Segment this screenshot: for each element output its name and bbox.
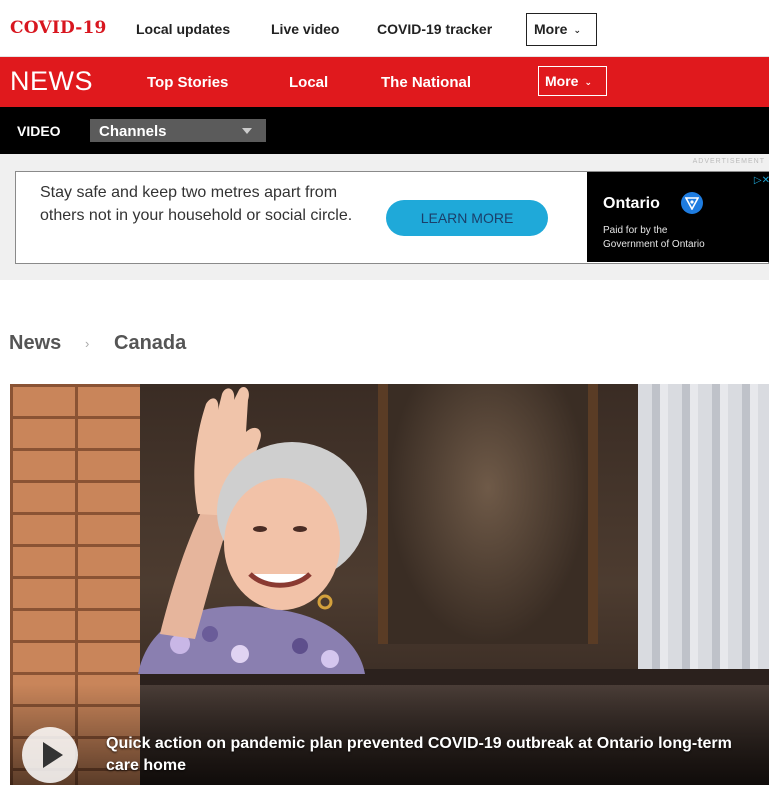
nav-local-updates[interactable]: Local updates — [136, 21, 230, 37]
nav-local[interactable]: Local — [289, 74, 328, 91]
breadcrumb-news[interactable]: News — [9, 332, 61, 355]
chevron-down-icon: ⌄ — [573, 25, 581, 35]
ad-gov-line: Government of Ontario — [603, 239, 705, 250]
nav-the-national[interactable]: The National — [381, 74, 471, 91]
ontario-title: Ontario — [603, 195, 660, 212]
caret-down-icon — [242, 128, 252, 134]
ad-choices-close-icon[interactable]: ▷✕ — [754, 175, 769, 186]
news-nav-bar: NEWS Top Stories Local The National More… — [0, 57, 769, 107]
breadcrumb-separator-icon: › — [85, 336, 90, 351]
breadcrumb: News › Canada — [0, 280, 769, 384]
chevron-down-icon: ⌄ — [584, 77, 592, 87]
play-icon[interactable] — [22, 727, 78, 783]
covid-more-label: More — [534, 21, 568, 37]
news-more-label: More — [545, 73, 579, 89]
ad-sponsor-panel: Ontario Paid for by the Government of On… — [587, 172, 769, 262]
breadcrumb-canada[interactable]: Canada — [114, 332, 186, 355]
nav-covid-tracker[interactable]: COVID-19 tracker — [377, 21, 492, 37]
hero-video[interactable]: Quick action on pandemic plan prevented … — [10, 384, 769, 785]
ad-text: Stay safe and keep two metres apart from… — [40, 184, 353, 224]
ad-paid-line: Paid for by the — [603, 225, 668, 236]
covid-more-button[interactable]: More ⌄ — [526, 13, 597, 46]
video-label[interactable]: VIDEO — [17, 123, 61, 139]
covid-logo[interactable]: COVID-19 — [10, 18, 107, 38]
trillium-logo-icon — [681, 192, 703, 214]
channels-label: Channels — [99, 123, 167, 140]
ad-banner[interactable]: Stay safe and keep two metres apart from… — [15, 171, 769, 264]
channels-dropdown[interactable]: Channels — [90, 119, 266, 142]
ad-paid-by: Paid for by the Government of Ontario — [603, 224, 705, 252]
nav-live-video[interactable]: Live video — [271, 21, 339, 37]
news-more-button[interactable]: More ⌄ — [538, 66, 607, 96]
nav-top-stories[interactable]: Top Stories — [147, 74, 228, 91]
learn-more-button[interactable]: LEARN MORE — [386, 200, 548, 236]
news-logo[interactable]: NEWS — [10, 66, 93, 97]
ad-label: ADVERTISEMENT — [692, 158, 765, 165]
video-bar: VIDEO Channels — [0, 107, 769, 154]
advertisement-area: ADVERTISEMENT Stay safe and keep two met… — [0, 154, 769, 280]
covid-bar: COVID-19 Local updates Live video COVID-… — [0, 0, 769, 57]
video-caption[interactable]: Quick action on pandemic plan prevented … — [106, 733, 766, 777]
